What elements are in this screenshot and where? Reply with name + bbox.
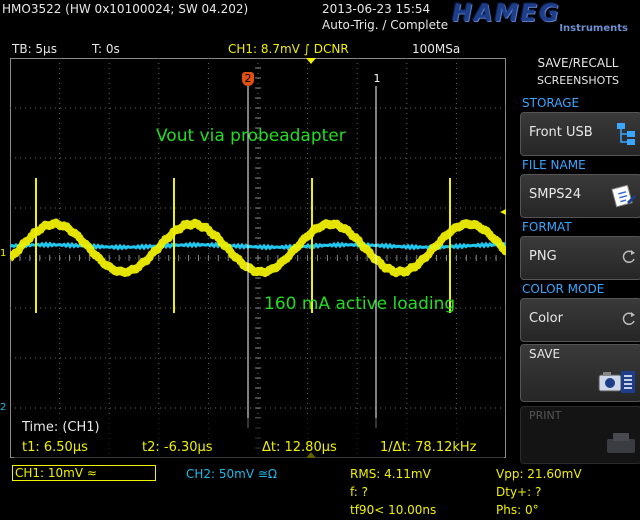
annotation-vout: Vout via probeadapter	[156, 126, 346, 146]
print-button[interactable]: PRINT	[520, 406, 640, 464]
time-offset[interactable]: T: 0s	[92, 42, 120, 56]
trigger-status: Auto-Trig. / Complete	[322, 18, 449, 32]
waveform-area	[7, 57, 509, 459]
readout-t1: t1: 6.50µs	[22, 440, 88, 455]
format-value: PNG	[529, 249, 557, 264]
cursor-marker-1[interactable]: 1	[372, 72, 382, 86]
softkey-panel: SAVE/RECALL SCREENSHOTS STORAGE Front US…	[516, 52, 640, 520]
storage-label: STORAGE	[522, 96, 580, 110]
filename-button[interactable]: SMPS24	[520, 174, 640, 218]
filename-label: FILE NAME	[522, 158, 586, 172]
ch1-offset-marker[interactable]: 1	[0, 248, 6, 259]
panel-title: SAVE/RECALL	[537, 56, 619, 70]
rotate-icon	[621, 311, 637, 331]
edit-document-icon	[611, 183, 637, 213]
cursor-readout: Time: (CH1) t1: 6.50µs t2: -6.30µs Δt: 1…	[14, 418, 504, 458]
rotate-icon	[621, 249, 637, 269]
storage-button[interactable]: Front USB	[520, 112, 640, 156]
colormode-button[interactable]: Color	[520, 298, 640, 342]
tf90-measure: tf90< 10.00ns	[350, 503, 437, 517]
vpp-measure: Vpp: 21.60mV	[496, 467, 582, 481]
usb-tree-icon	[615, 121, 637, 151]
ch1-setting[interactable]: CH1: 10mV ≈	[12, 465, 156, 481]
phase-measure: Phs: 0°	[496, 503, 539, 517]
readout-title: Time: (CH1)	[22, 420, 100, 435]
brand-name: HAMEG	[452, 0, 561, 27]
readout-dt: Δt: 12.80µs	[262, 440, 337, 455]
camera-icon	[597, 367, 637, 401]
panel-subtitle: SCREENSHOTS	[536, 74, 620, 87]
colormode-value: Color	[529, 311, 563, 326]
scope-display[interactable]: 2 1 1 2 Vout via probeadapter 160 mA act…	[0, 57, 509, 459]
annotation-loading: 160 mA active loading	[264, 294, 456, 314]
save-label: SAVE	[529, 347, 561, 361]
print-label: PRINT	[529, 409, 562, 422]
trigger-level-marker[interactable]	[500, 209, 506, 215]
save-button[interactable]: SAVE	[520, 344, 640, 402]
filename-value: SMPS24	[529, 187, 582, 202]
storage-value: Front USB	[529, 125, 593, 140]
readout-inv-dt: 1/Δt: 78.12kHz	[380, 440, 477, 455]
readout-t2: t2: -6.30µs	[142, 440, 213, 455]
device-info: HMO3522 (HW 0x10100024; SW 04.202)	[2, 2, 249, 16]
rms-measure: RMS: 4.11mV	[350, 467, 431, 481]
colormode-label: COLOR MODE	[522, 282, 605, 296]
format-label: FORMAT	[522, 220, 572, 234]
cursor-marker-2[interactable]: 2	[242, 72, 254, 86]
brand-logo: HAMEG Instruments	[452, 0, 632, 35]
graticule	[9, 57, 506, 459]
ch2-setting[interactable]: CH2: 50mV ≅Ω	[186, 467, 277, 481]
brand-sub: Instruments	[559, 23, 628, 34]
timebase[interactable]: TB: 5µs	[12, 42, 57, 56]
printer-icon	[605, 431, 637, 461]
freq-measure: f: ?	[350, 485, 369, 499]
sample-rate: 100MSa	[412, 42, 461, 56]
format-button[interactable]: PNG	[520, 236, 640, 280]
ch2-offset-marker[interactable]: 2	[0, 402, 6, 413]
datetime: 2013-06-23 15:54	[322, 2, 431, 16]
ch1-trigger-info[interactable]: CH1: 8.7mV ∫ DCNR	[228, 42, 349, 56]
duty-measure: Dty+: ?	[496, 485, 542, 499]
